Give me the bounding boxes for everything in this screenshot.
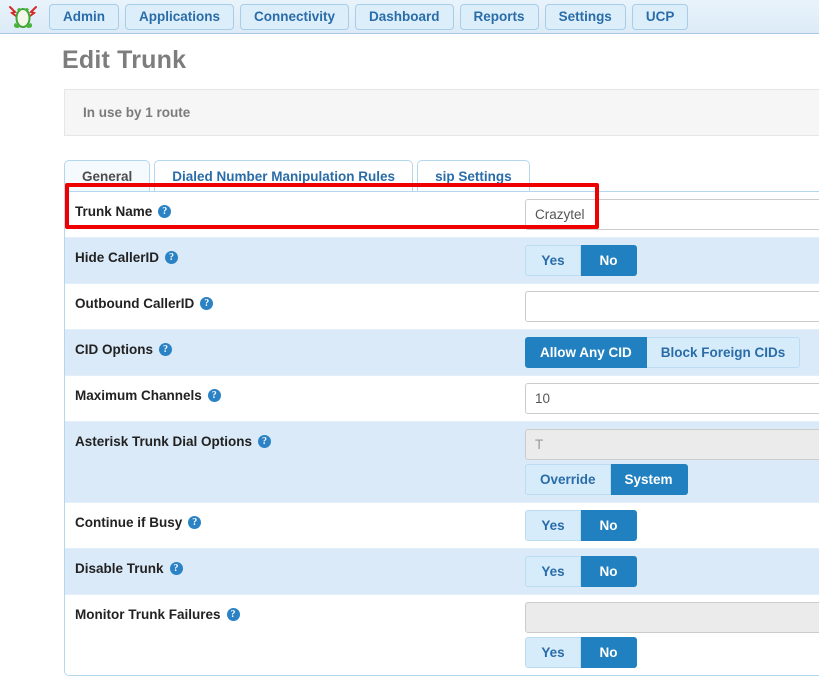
- label-monitor-trunk-failures-text: Monitor Trunk Failures: [75, 608, 221, 622]
- label-asterisk-trunk-dial-options: Asterisk Trunk Dial Options ?: [65, 422, 525, 449]
- label-trunk-name-text: Trunk Name: [75, 205, 152, 219]
- tab-general[interactable]: General: [64, 160, 150, 191]
- form-row-monitor-trunk-failures: Monitor Trunk Failures ? Yes No: [65, 595, 819, 675]
- label-outbound-callerid: Outbound CallerID ?: [65, 284, 525, 311]
- control-disable-trunk: Yes No: [525, 549, 819, 594]
- nav-item-dashboard[interactable]: Dashboard: [355, 4, 454, 30]
- nav-item-admin[interactable]: Admin: [49, 4, 119, 30]
- label-maximum-channels-text: Maximum Channels: [75, 389, 202, 403]
- control-trunk-name: [525, 192, 819, 237]
- label-cid-options: CID Options ?: [65, 330, 525, 357]
- label-monitor-trunk-failures: Monitor Trunk Failures ?: [65, 595, 525, 622]
- asterisk-trunk-dial-options-input[interactable]: [525, 429, 819, 460]
- help-circle-icon[interactable]: ?: [188, 516, 201, 529]
- control-monitor-trunk-failures: Yes No: [525, 595, 819, 675]
- cid-options-allow-any-cid-button[interactable]: Allow Any CID: [525, 337, 647, 368]
- trunk-settings-form: Trunk Name ? Hide CallerID ? Yes No: [64, 191, 819, 676]
- in-use-banner: In use by 1 route: [64, 89, 819, 136]
- control-maximum-channels: [525, 376, 819, 421]
- help-circle-icon[interactable]: ?: [258, 435, 271, 448]
- tab-sip-settings[interactable]: sip Settings: [417, 160, 530, 191]
- label-continue-if-busy-text: Continue if Busy: [75, 516, 182, 530]
- form-row-disable-trunk: Disable Trunk ? Yes No: [65, 549, 819, 595]
- continue-if-busy-toggle: Yes No: [525, 510, 819, 541]
- cid-options-block-foreign-cids-button[interactable]: Block Foreign CIDs: [647, 337, 801, 368]
- form-row-hide-callerid: Hide CallerID ? Yes No: [65, 238, 819, 284]
- label-hide-callerid-text: Hide CallerID: [75, 251, 159, 265]
- help-circle-icon[interactable]: ?: [227, 608, 240, 621]
- label-outbound-callerid-text: Outbound CallerID: [75, 297, 194, 311]
- asterisk-dial-options-system-button[interactable]: System: [611, 464, 688, 495]
- monitor-trunk-failures-yes-button[interactable]: Yes: [525, 637, 581, 668]
- help-circle-icon[interactable]: ?: [158, 205, 171, 218]
- label-hide-callerid: Hide CallerID ?: [65, 238, 525, 265]
- trunk-name-input[interactable]: [525, 199, 819, 230]
- asterisk-trunk-dial-options-toggle: Override System: [525, 464, 819, 495]
- nav-item-ucp[interactable]: UCP: [632, 4, 689, 30]
- label-trunk-name: Trunk Name ?: [65, 192, 525, 219]
- label-disable-trunk-text: Disable Trunk: [75, 562, 164, 576]
- cid-options-toggle: Allow Any CID Block Foreign CIDs: [525, 337, 819, 368]
- form-row-trunk-name: Trunk Name ?: [65, 192, 819, 238]
- disable-trunk-no-button[interactable]: No: [581, 556, 637, 587]
- continue-if-busy-yes-button[interactable]: Yes: [525, 510, 581, 541]
- hide-callerid-yes-button[interactable]: Yes: [525, 245, 581, 276]
- nav-item-applications[interactable]: Applications: [125, 4, 234, 30]
- hide-callerid-no-button[interactable]: No: [581, 245, 637, 276]
- nav-item-reports[interactable]: Reports: [460, 4, 539, 30]
- page-title: Edit Trunk: [62, 46, 819, 75]
- disable-trunk-yes-button[interactable]: Yes: [525, 556, 581, 587]
- disable-trunk-toggle: Yes No: [525, 556, 819, 587]
- continue-if-busy-no-button[interactable]: No: [581, 510, 637, 541]
- monitor-trunk-failures-input[interactable]: [525, 602, 819, 633]
- in-use-banner-text: In use by 1 route: [83, 105, 190, 120]
- control-continue-if-busy: Yes No: [525, 503, 819, 548]
- page-body: Edit Trunk In use by 1 route General Dia…: [0, 34, 819, 676]
- label-cid-options-text: CID Options: [75, 343, 153, 357]
- form-row-asterisk-trunk-dial-options: Asterisk Trunk Dial Options ? Override S…: [65, 422, 819, 503]
- monitor-trunk-failures-toggle: Yes No: [525, 637, 819, 668]
- form-row-cid-options: CID Options ? Allow Any CID Block Foreig…: [65, 330, 819, 376]
- outbound-callerid-input[interactable]: [525, 291, 819, 322]
- nav-item-settings[interactable]: Settings: [545, 4, 626, 30]
- form-row-continue-if-busy: Continue if Busy ? Yes No: [65, 503, 819, 549]
- maximum-channels-input[interactable]: [525, 383, 819, 414]
- help-circle-icon[interactable]: ?: [159, 343, 172, 356]
- tab-bar: General Dialed Number Manipulation Rules…: [64, 160, 819, 191]
- help-circle-icon[interactable]: ?: [200, 297, 213, 310]
- tab-dialed-number-manipulation-rules[interactable]: Dialed Number Manipulation Rules: [154, 160, 413, 191]
- frog-logo-icon[interactable]: [4, 2, 42, 32]
- top-navigation-bar: Admin Applications Connectivity Dashboar…: [0, 0, 819, 34]
- control-outbound-callerid: [525, 284, 819, 329]
- help-circle-icon[interactable]: ?: [165, 251, 178, 264]
- help-circle-icon[interactable]: ?: [170, 562, 183, 575]
- control-asterisk-trunk-dial-options: Override System: [525, 422, 819, 502]
- nav-item-connectivity[interactable]: Connectivity: [240, 4, 349, 30]
- control-hide-callerid: Yes No: [525, 238, 819, 283]
- monitor-trunk-failures-no-button[interactable]: No: [581, 637, 637, 668]
- label-asterisk-trunk-dial-options-text: Asterisk Trunk Dial Options: [75, 435, 252, 449]
- label-continue-if-busy: Continue if Busy ?: [65, 503, 525, 530]
- label-maximum-channels: Maximum Channels ?: [65, 376, 525, 403]
- form-row-maximum-channels: Maximum Channels ?: [65, 376, 819, 422]
- form-row-outbound-callerid: Outbound CallerID ?: [65, 284, 819, 330]
- help-circle-icon[interactable]: ?: [208, 389, 221, 402]
- asterisk-dial-options-override-button[interactable]: Override: [525, 464, 611, 495]
- hide-callerid-toggle: Yes No: [525, 245, 819, 276]
- label-disable-trunk: Disable Trunk ?: [65, 549, 525, 576]
- control-cid-options: Allow Any CID Block Foreign CIDs: [525, 330, 819, 375]
